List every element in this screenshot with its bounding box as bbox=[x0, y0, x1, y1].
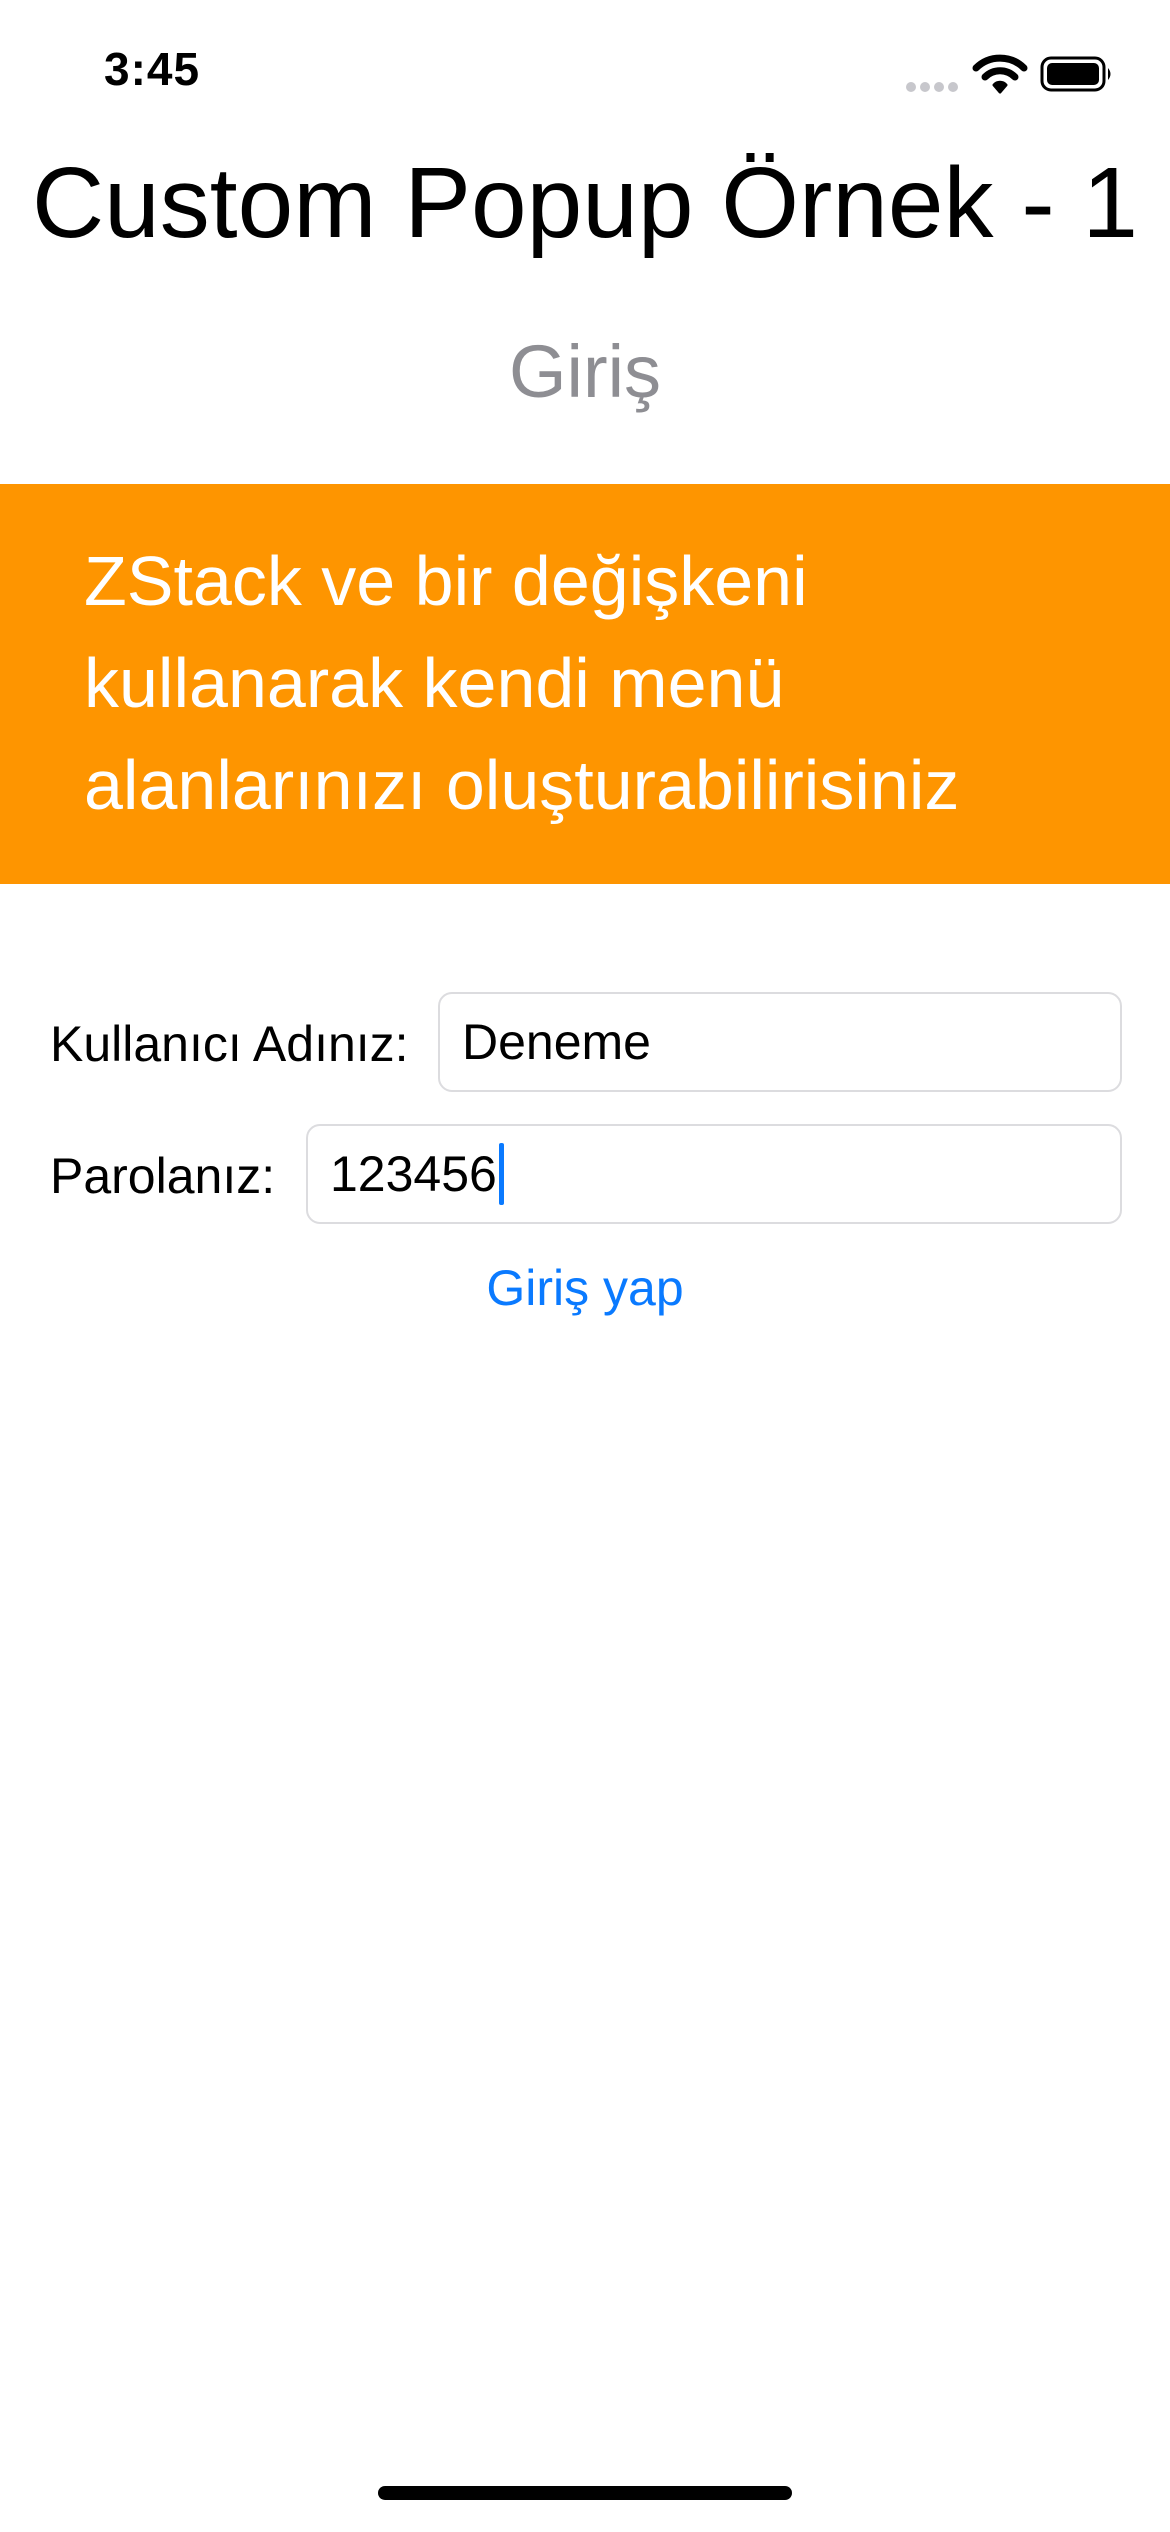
login-button[interactable]: Giriş yap bbox=[0, 1258, 1170, 1318]
username-field[interactable]: Deneme bbox=[438, 992, 1122, 1092]
home-indicator[interactable] bbox=[378, 2486, 792, 2500]
wifi-icon bbox=[972, 54, 1028, 94]
status-time: 3:45 bbox=[104, 43, 201, 95]
username-value: Deneme bbox=[462, 1014, 651, 1070]
info-banner: ZStack ve bir değişkeni kullanarak kendi… bbox=[0, 484, 1170, 884]
status-bar: 3:45 bbox=[0, 0, 1170, 140]
password-value: 123456 bbox=[330, 1146, 497, 1202]
password-label: Parolanız: bbox=[50, 1148, 276, 1204]
username-label: Kullanıcı Adınız: bbox=[50, 1016, 409, 1072]
text-cursor bbox=[498, 1143, 504, 1205]
banner-text: ZStack ve bir değişkeni kullanarak kendi… bbox=[84, 542, 960, 824]
screen: 3:45 Custom Popup Örnek - 1 Giriş ZStack… bbox=[0, 0, 1170, 2532]
page-subtitle: Giriş bbox=[508, 330, 662, 413]
page-title: Custom Popup Örnek - 1 bbox=[31, 147, 1139, 259]
battery-icon bbox=[1040, 56, 1111, 92]
password-field[interactable]: 123456 bbox=[306, 1124, 1122, 1224]
signal-icon bbox=[906, 82, 960, 92]
